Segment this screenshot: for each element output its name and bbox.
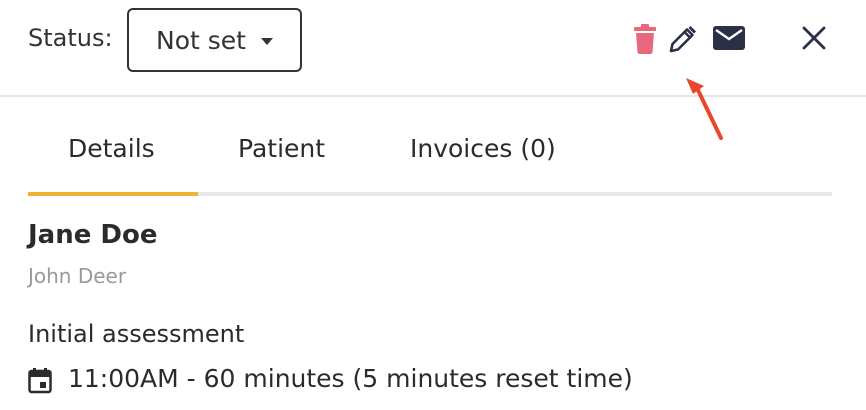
active-tab-indicator xyxy=(28,192,198,196)
appointment-type: Initial assessment xyxy=(28,320,245,348)
pencil-icon[interactable] xyxy=(668,24,696,54)
tab-bar: Details Patient Invoices (0) xyxy=(28,112,832,196)
patient-name: Jane Doe xyxy=(28,220,158,250)
tab-patient[interactable]: Patient xyxy=(238,134,325,163)
tab-invoices[interactable]: Invoices (0) xyxy=(410,134,556,163)
appointment-header: Status: Not set xyxy=(0,0,866,97)
caret-down-icon xyxy=(261,38,273,45)
calendar-icon xyxy=(28,368,52,394)
tab-details[interactable]: Details xyxy=(68,134,155,163)
close-icon[interactable] xyxy=(800,24,828,52)
status-label: Status: xyxy=(28,24,113,52)
status-dropdown[interactable]: Not set xyxy=(127,8,302,72)
status-value: Not set xyxy=(156,26,246,55)
trash-icon[interactable] xyxy=(632,24,658,54)
practitioner-name: John Deer xyxy=(28,264,127,288)
mail-icon[interactable] xyxy=(712,24,746,52)
appointment-time: 11:00AM - 60 minutes (5 minutes reset ti… xyxy=(68,364,633,393)
